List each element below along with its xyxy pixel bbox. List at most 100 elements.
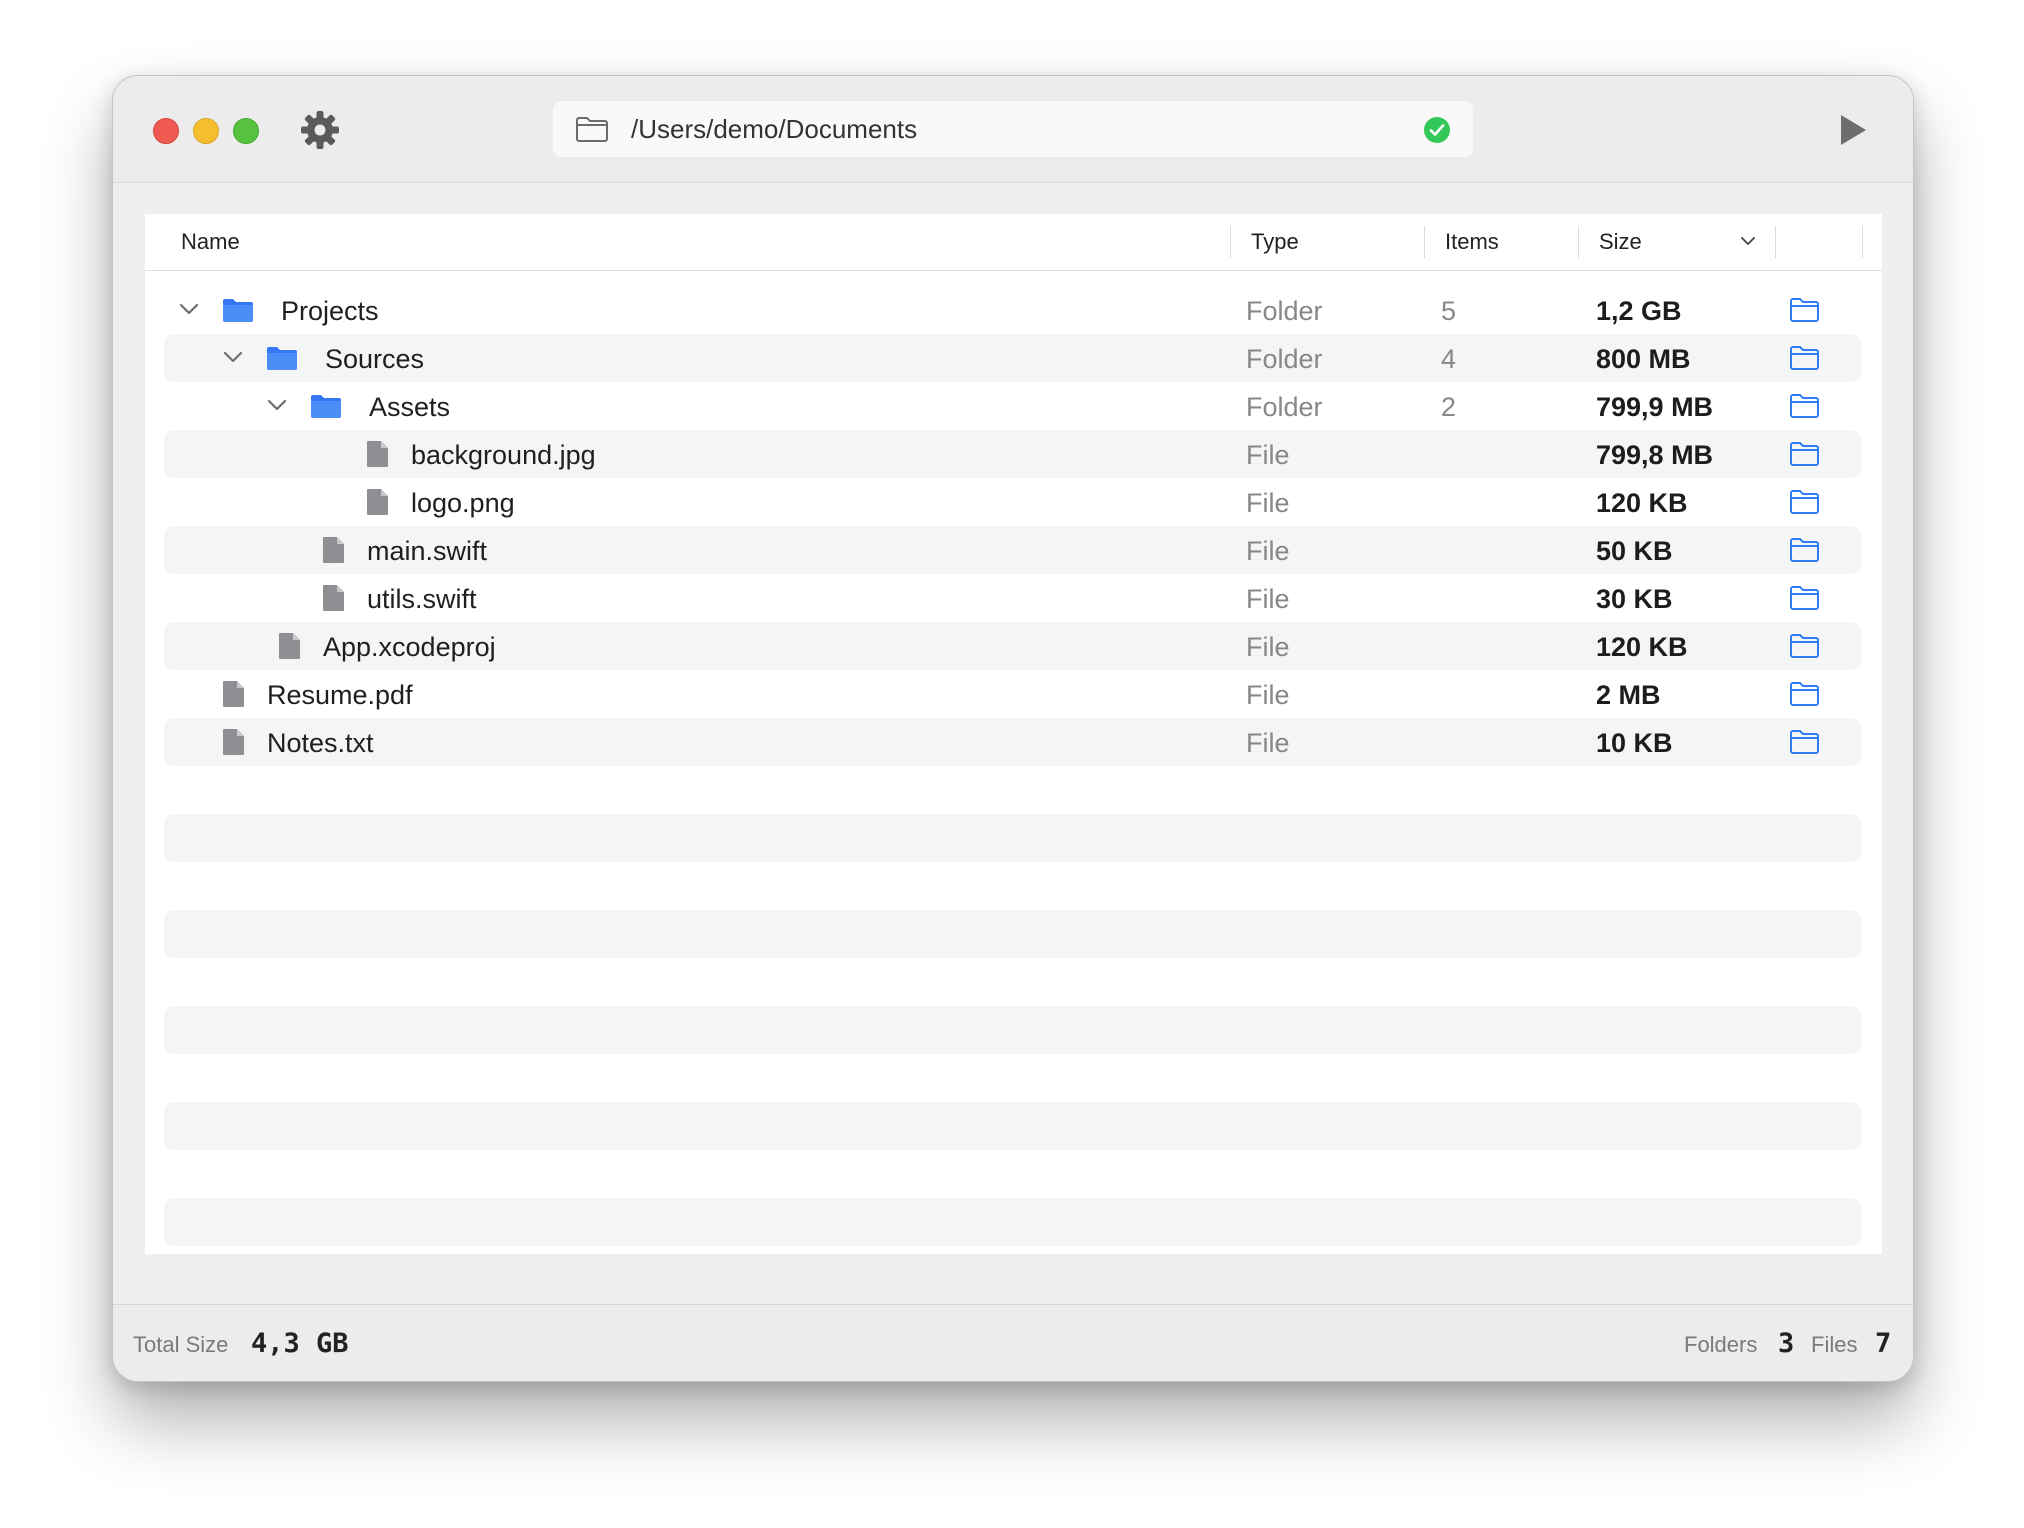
close-window-button[interactable] bbox=[153, 118, 179, 144]
file-size: 50 KB bbox=[1596, 536, 1673, 566]
file-name: Resume.pdf bbox=[267, 680, 413, 710]
path-field[interactable]: /Users/demo/Documents bbox=[553, 101, 1473, 157]
column-separator[interactable] bbox=[1862, 226, 1863, 258]
folder-icon bbox=[576, 117, 608, 142]
empty-row bbox=[164, 958, 1861, 1006]
total-size-value: 4,3 GB bbox=[251, 1328, 349, 1359]
folder-icon bbox=[267, 347, 297, 370]
file-icon bbox=[367, 441, 388, 467]
path-text: /Users/demo/Documents bbox=[631, 114, 918, 144]
file-type: Folder bbox=[1246, 296, 1323, 326]
files-count: 7 bbox=[1875, 1328, 1892, 1359]
folder-icon bbox=[223, 299, 253, 322]
folder-icon bbox=[311, 395, 341, 418]
table-row[interactable]: background.jpg File 799,8 MB bbox=[164, 430, 1861, 478]
empty-row bbox=[164, 1198, 1861, 1246]
column-header-items[interactable]: Items bbox=[1445, 230, 1499, 254]
file-size: 10 KB bbox=[1596, 728, 1673, 758]
total-size-label: Total Size bbox=[133, 1332, 229, 1357]
column-header-size[interactable]: Size bbox=[1599, 230, 1642, 254]
chevron-down-icon[interactable] bbox=[266, 397, 288, 413]
file-name: main.swift bbox=[367, 536, 488, 566]
item-count: 4 bbox=[1441, 344, 1457, 374]
table-row[interactable]: utils.swift File 30 KB bbox=[164, 574, 1861, 622]
table-row[interactable]: Sources Folder 4 800 MB bbox=[164, 334, 1861, 382]
file-name: Notes.txt bbox=[267, 728, 374, 758]
reveal-in-finder-icon[interactable] bbox=[1789, 681, 1820, 707]
file-type: Folder bbox=[1246, 344, 1323, 374]
table-row[interactable]: Resume.pdf File 2 MB bbox=[164, 670, 1861, 718]
file-size: 800 MB bbox=[1596, 344, 1691, 374]
reveal-in-finder-icon[interactable] bbox=[1789, 441, 1820, 467]
empty-row bbox=[164, 910, 1861, 958]
gear-icon[interactable] bbox=[298, 108, 342, 152]
file-size: 799,8 MB bbox=[1596, 440, 1714, 470]
empty-row bbox=[164, 766, 1861, 814]
column-header-name[interactable]: Name bbox=[181, 230, 240, 254]
file-icon bbox=[323, 585, 344, 611]
file-size: 1,2 GB bbox=[1596, 296, 1682, 326]
files-label: Files bbox=[1811, 1332, 1858, 1357]
file-size: 120 KB bbox=[1596, 632, 1688, 662]
file-name: background.jpg bbox=[411, 440, 596, 470]
reveal-in-finder-icon[interactable] bbox=[1789, 345, 1820, 371]
file-type: Folder bbox=[1246, 392, 1323, 422]
reveal-in-finder-icon[interactable] bbox=[1789, 729, 1820, 755]
empty-row bbox=[164, 814, 1861, 862]
reveal-in-finder-icon[interactable] bbox=[1789, 393, 1820, 419]
file-type: File bbox=[1246, 680, 1290, 710]
chevron-down-icon[interactable] bbox=[1740, 235, 1756, 247]
table-row[interactable]: main.swift File 50 KB bbox=[164, 526, 1861, 574]
file-size: 799,9 MB bbox=[1596, 392, 1714, 422]
reveal-in-finder-icon[interactable] bbox=[1789, 537, 1820, 563]
file-icon bbox=[223, 729, 244, 755]
column-separator[interactable] bbox=[1775, 226, 1776, 258]
folders-label: Folders bbox=[1684, 1332, 1758, 1357]
file-name: Sources bbox=[325, 344, 425, 374]
empty-row bbox=[164, 1006, 1861, 1054]
app-window: /Users/demo/Documents Name Type Items Si… bbox=[112, 75, 1914, 1382]
chevron-down-icon[interactable] bbox=[222, 349, 244, 365]
file-name: Projects bbox=[281, 296, 379, 326]
toolbar: /Users/demo/Documents bbox=[113, 76, 1913, 183]
file-type: File bbox=[1246, 536, 1290, 566]
column-separator[interactable] bbox=[1424, 226, 1425, 258]
table-row[interactable]: logo.png File 120 KB bbox=[164, 478, 1861, 526]
file-size: 30 KB bbox=[1596, 584, 1673, 614]
file-size: 2 MB bbox=[1596, 680, 1661, 710]
item-count: 5 bbox=[1441, 296, 1457, 326]
file-icon bbox=[223, 681, 244, 707]
empty-row bbox=[164, 1054, 1861, 1102]
file-type: File bbox=[1246, 728, 1290, 758]
table-row[interactable]: Assets Folder 2 799,9 MB bbox=[164, 382, 1861, 430]
file-name: Assets bbox=[369, 392, 451, 422]
zoom-window-button[interactable] bbox=[233, 118, 259, 144]
file-type: File bbox=[1246, 440, 1290, 470]
folders-count: 3 bbox=[1778, 1328, 1795, 1359]
file-name: App.xcodeproj bbox=[323, 632, 496, 662]
minimize-window-button[interactable] bbox=[193, 118, 219, 144]
chevron-down-icon[interactable] bbox=[178, 301, 200, 317]
status-bar: Total Size 4,3 GB Folders 3 Files 7 bbox=[113, 1304, 1913, 1381]
item-count: 2 bbox=[1441, 392, 1457, 422]
file-name: logo.png bbox=[411, 488, 515, 518]
table-row[interactable]: App.xcodeproj File 120 KB bbox=[164, 622, 1861, 670]
table-row[interactable]: Notes.txt File 10 KB bbox=[164, 718, 1861, 766]
column-separator[interactable] bbox=[1230, 226, 1231, 258]
reveal-in-finder-icon[interactable] bbox=[1789, 585, 1820, 611]
file-icon bbox=[367, 489, 388, 515]
table-row[interactable]: Projects Folder 5 1,2 GB bbox=[164, 286, 1861, 334]
play-icon[interactable] bbox=[1838, 113, 1868, 147]
file-icon bbox=[323, 537, 344, 563]
empty-row bbox=[164, 862, 1861, 910]
column-header-type[interactable]: Type bbox=[1251, 230, 1299, 254]
checkmark-circle-icon bbox=[1424, 117, 1450, 143]
reveal-in-finder-icon[interactable] bbox=[1789, 297, 1820, 323]
file-type: File bbox=[1246, 488, 1290, 518]
file-type: File bbox=[1246, 632, 1290, 662]
column-separator[interactable] bbox=[1578, 226, 1579, 258]
reveal-in-finder-icon[interactable] bbox=[1789, 633, 1820, 659]
reveal-in-finder-icon[interactable] bbox=[1789, 489, 1820, 515]
empty-row bbox=[164, 1102, 1861, 1150]
file-type: File bbox=[1246, 584, 1290, 614]
